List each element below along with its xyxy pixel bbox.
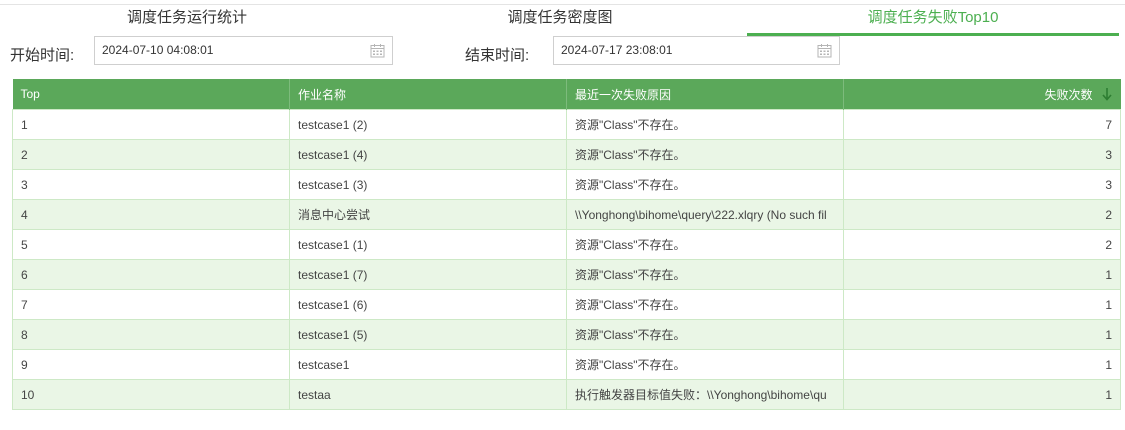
- tab-density-chart[interactable]: 调度任务密度图: [385, 5, 735, 33]
- cell-top: 8: [12, 319, 290, 350]
- cell-failure-reason: 资源"Class"不存在。: [566, 169, 844, 200]
- cell-job-name: testcase1: [289, 349, 567, 380]
- table-row[interactable]: 5 testcase1 (1) 资源"Class"不存在。 2: [12, 229, 1121, 260]
- tab-bar: 调度任务运行统计 调度任务密度图 调度任务失败Top10: [0, 4, 1125, 36]
- table-row[interactable]: 8 testcase1 (5) 资源"Class"不存在。 1: [12, 319, 1121, 350]
- cell-failure-count: 1: [843, 379, 1121, 410]
- failure-top10-table: Top 作业名称 最近一次失败原因 失败次数 1 testcase1 (2) 资源"…: [12, 79, 1121, 410]
- cell-job-name: testcase1 (4): [289, 139, 567, 170]
- cell-failure-reason: \\Yonghong\bihome\query\222.xlqry (No su…: [566, 199, 844, 230]
- cell-failure-reason: 资源"Class"不存在。: [566, 259, 844, 290]
- end-time-value: 2024-07-17 23:08:01: [561, 43, 673, 57]
- cell-job-name: testcase1 (3): [289, 169, 567, 200]
- cell-job-name: testcase1 (7): [289, 259, 567, 290]
- table-row[interactable]: 6 testcase1 (7) 资源"Class"不存在。 1: [12, 259, 1121, 290]
- cell-top: 7: [12, 289, 290, 320]
- table-row[interactable]: 7 testcase1 (6) 资源"Class"不存在。 1: [12, 289, 1121, 320]
- cell-failure-count: 7: [843, 109, 1121, 140]
- cell-top: 1: [12, 109, 290, 140]
- cell-failure-count: 1: [843, 289, 1121, 320]
- sort-down-arrow-icon[interactable]: [1101, 87, 1113, 101]
- start-time-value: 2024-07-10 04:08:01: [102, 43, 214, 57]
- cell-top: 5: [12, 229, 290, 260]
- cell-failure-count: 3: [843, 169, 1121, 200]
- end-time-input[interactable]: 2024-07-17 23:08:01: [553, 36, 840, 65]
- end-time-label: 结束时间:: [465, 47, 530, 64]
- cell-top: 10: [12, 379, 290, 410]
- cell-job-name: 消息中心尝试: [289, 199, 567, 230]
- cell-job-name: testcase1 (5): [289, 319, 567, 350]
- table-row[interactable]: 3 testcase1 (3) 资源"Class"不存在。 3: [12, 169, 1121, 200]
- cell-failure-count: 1: [843, 319, 1121, 350]
- cell-failure-count: 2: [843, 199, 1121, 230]
- calendar-icon[interactable]: [817, 43, 832, 58]
- calendar-icon[interactable]: [370, 43, 385, 58]
- cell-failure-reason: 资源"Class"不存在。: [566, 319, 844, 350]
- cell-top: 6: [12, 259, 290, 290]
- cell-job-name: testcase1 (6): [289, 289, 567, 320]
- cell-failure-reason: 资源"Class"不存在。: [566, 139, 844, 170]
- table-row[interactable]: 4 消息中心尝试 \\Yonghong\bihome\query\222.xlqry…: [12, 199, 1121, 230]
- table-row[interactable]: 2 testcase1 (4) 资源"Class"不存在。 3: [12, 139, 1121, 170]
- start-time-label: 开始时间:: [10, 47, 75, 64]
- cell-top: 4: [12, 199, 290, 230]
- cell-failure-count: 1: [843, 349, 1121, 380]
- tab-run-stats[interactable]: 调度任务运行统计: [12, 5, 362, 33]
- cell-top: 3: [12, 169, 290, 200]
- table-row[interactable]: 9 testcase1 资源"Class"不存在。 1: [12, 349, 1121, 380]
- column-header-failure-count[interactable]: 失败次数: [843, 79, 1121, 110]
- table-row[interactable]: 10 testaa 执行触发器目标值失败：\\Yonghong\bihome\qu 1: [12, 379, 1121, 410]
- time-filter-bar: 开始时间: 2024-07-10 04:08:01 结束时间: 2024-07-…: [0, 36, 1125, 68]
- cell-failure-count: 1: [843, 259, 1121, 290]
- column-header-job-name[interactable]: 作业名称: [289, 79, 567, 110]
- cell-failure-reason: 执行触发器目标值失败：\\Yonghong\bihome\qu: [566, 379, 844, 410]
- column-header-last-failure-reason[interactable]: 最近一次失败原因: [566, 79, 844, 110]
- cell-failure-reason: 资源"Class"不存在。: [566, 229, 844, 260]
- failure-count-header-label: 失败次数: [1044, 87, 1093, 102]
- cell-job-name: testaa: [289, 379, 567, 410]
- cell-failure-count: 2: [843, 229, 1121, 260]
- cell-failure-reason: 资源"Class"不存在。: [566, 109, 844, 140]
- cell-top: 2: [12, 139, 290, 170]
- cell-top: 9: [12, 349, 290, 380]
- table-header-row: Top 作业名称 最近一次失败原因 失败次数: [12, 79, 1121, 110]
- tab-failure-top10[interactable]: 调度任务失败Top10: [747, 5, 1119, 36]
- table-row[interactable]: 1 testcase1 (2) 资源"Class"不存在。 7: [12, 109, 1121, 140]
- cell-failure-reason: 资源"Class"不存在。: [566, 349, 844, 380]
- cell-job-name: testcase1 (1): [289, 229, 567, 260]
- column-header-top[interactable]: Top: [12, 79, 290, 110]
- cell-failure-reason: 资源"Class"不存在。: [566, 289, 844, 320]
- start-time-input[interactable]: 2024-07-10 04:08:01: [94, 36, 393, 65]
- cell-job-name: testcase1 (2): [289, 109, 567, 140]
- cell-failure-count: 3: [843, 139, 1121, 170]
